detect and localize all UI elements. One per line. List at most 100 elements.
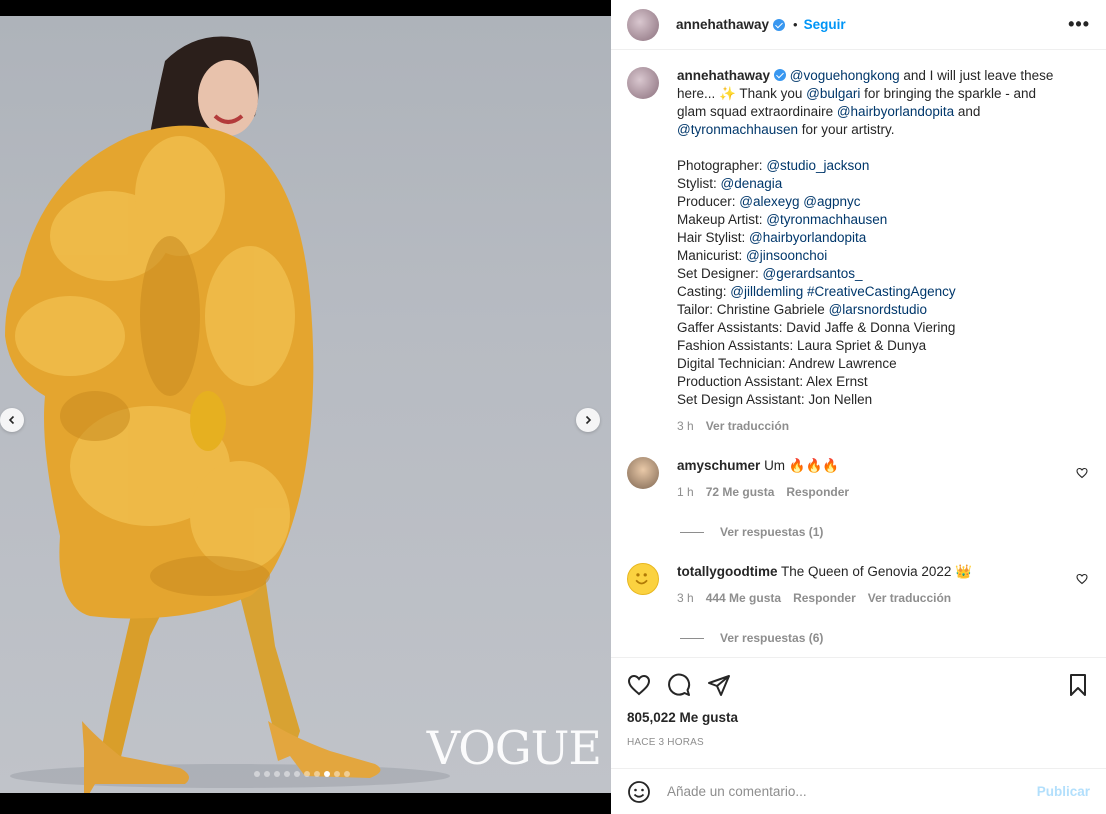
smiley-face-icon bbox=[635, 573, 648, 585]
credit-label: Makeup Artist: bbox=[677, 212, 767, 227]
caption-fragment: glam squad extraordinaire bbox=[677, 104, 837, 119]
replies-divider bbox=[680, 531, 704, 533]
verified-badge-icon bbox=[773, 18, 786, 31]
credit-label: Photographer: bbox=[677, 158, 767, 173]
more-options-icon[interactable]: ••• bbox=[1068, 14, 1090, 35]
caption-meta: 3 h Ver traducción bbox=[677, 417, 1090, 435]
avatar[interactable] bbox=[627, 8, 659, 41]
carousel-next-button[interactable] bbox=[576, 408, 600, 432]
view-replies-button[interactable]: Ver respuestas (1) bbox=[680, 525, 1090, 539]
credit-label: Stylist: bbox=[677, 176, 721, 191]
credit-line: Gaffer Assistants: David Jaffe & Donna V… bbox=[677, 319, 1090, 337]
caption-username[interactable]: annehathaway bbox=[677, 68, 770, 83]
avatar[interactable] bbox=[627, 457, 659, 489]
comment-username[interactable]: amyschumer bbox=[677, 458, 760, 473]
credit-line: Set Design Assistant: Jon Nellen bbox=[677, 391, 1090, 409]
caption-fragment: and bbox=[954, 104, 981, 119]
credit-line: Tailor: Christine Gabriele @larsnordstud… bbox=[677, 301, 1090, 319]
caption-fragment: for your artistry. bbox=[798, 122, 895, 137]
carousel-dot bbox=[314, 771, 320, 777]
credit-line: Manicurist: @jinsoonchoi bbox=[677, 247, 1090, 265]
mention-link[interactable]: @alexeyg @agpnyc bbox=[739, 194, 860, 209]
comment-icon[interactable] bbox=[667, 673, 691, 697]
mention-link[interactable]: @tyronmachhausen bbox=[677, 122, 798, 137]
share-icon[interactable] bbox=[707, 673, 731, 697]
avatar[interactable] bbox=[627, 563, 659, 595]
mention-link[interactable]: @tyronmachhausen bbox=[766, 212, 887, 227]
carousel-dot bbox=[294, 771, 300, 777]
heart-icon[interactable] bbox=[627, 673, 651, 697]
mention-link[interactable]: @bulgari bbox=[806, 86, 860, 101]
carousel-dot bbox=[324, 771, 330, 777]
media-pane: VOGUE bbox=[0, 0, 611, 814]
credit-line: Fashion Assistants: Laura Spriet & Dunya bbox=[677, 337, 1090, 355]
credit-line: Digital Technician: Andrew Lawrence bbox=[677, 355, 1090, 373]
publish-button[interactable]: Publicar bbox=[1037, 784, 1090, 799]
comment-time[interactable]: 1 h bbox=[677, 483, 694, 501]
like-comment-heart-icon[interactable] bbox=[1076, 467, 1088, 479]
like-comment-heart-icon[interactable] bbox=[1076, 573, 1088, 585]
caption-fragment: for bringing the sparkle - and bbox=[860, 86, 1036, 101]
comment-likes[interactable]: 72 Me gusta bbox=[706, 483, 775, 501]
mention-link[interactable]: @gerardsantos_ bbox=[763, 266, 863, 281]
credit-label: Manicurist: bbox=[677, 248, 747, 263]
carousel-dot bbox=[284, 771, 290, 777]
credit-label: Gaffer Assistants: David Jaffe & Donna V… bbox=[677, 320, 956, 335]
caption-fragment: here... ✨ Thank you bbox=[677, 86, 807, 101]
credit-line: Production Assistant: Alex Ernst bbox=[677, 373, 1090, 391]
view-replies-label: Ver respuestas (6) bbox=[720, 631, 824, 645]
mention-link[interactable]: @jinsoonchoi bbox=[746, 248, 827, 263]
caption-time[interactable]: 3 h bbox=[677, 417, 694, 435]
reply-button[interactable]: Responder bbox=[786, 483, 849, 501]
credit-label: Casting: bbox=[677, 284, 731, 299]
caption: annehathaway @voguehongkong and I will j… bbox=[627, 67, 1090, 435]
follow-button[interactable]: Seguir bbox=[804, 17, 846, 32]
comment-item: totallygoodtime The Queen of Genovia 202… bbox=[627, 563, 1090, 645]
credits-list: Photographer: @studio_jackson Stylist: @d… bbox=[677, 157, 1090, 409]
chevron-left-icon bbox=[8, 415, 15, 425]
comment-username[interactable]: totallygoodtime bbox=[677, 564, 778, 579]
carousel-dot bbox=[334, 771, 340, 777]
mention-link[interactable]: @hairbyorlandopita bbox=[749, 230, 866, 245]
mention-link[interactable]: @hairbyorlandopita bbox=[837, 104, 954, 119]
emoji-icon[interactable] bbox=[627, 780, 651, 804]
carousel-indicator bbox=[254, 771, 350, 777]
post-timestamp[interactable]: HACE 3 HORAS bbox=[627, 737, 1090, 748]
caption-text: annehathaway @voguehongkong and I will j… bbox=[677, 67, 1090, 139]
mention-link[interactable]: @studio_jackson bbox=[766, 158, 869, 173]
comments-list[interactable]: annehathaway @voguehongkong and I will j… bbox=[611, 51, 1106, 656]
comment-text: The Queen of Genovia 2022 👑 bbox=[781, 564, 972, 579]
mention-link[interactable]: @denagia bbox=[721, 176, 783, 191]
credit-line: Stylist: @denagia bbox=[677, 175, 1090, 193]
reply-button[interactable]: Responder bbox=[793, 589, 856, 607]
view-replies-button[interactable]: Ver respuestas (6) bbox=[680, 631, 1090, 645]
credit-label: Fashion Assistants: Laura Spriet & Dunya bbox=[677, 338, 927, 353]
likes-count[interactable]: 805,022 Me gusta bbox=[627, 710, 1090, 725]
comment-likes[interactable]: 444 Me gusta bbox=[706, 589, 781, 607]
carousel-prev-button[interactable] bbox=[0, 408, 24, 432]
comment-input[interactable] bbox=[667, 784, 1037, 799]
verified-badge-icon bbox=[774, 69, 787, 81]
credit-line: Producer: @alexeyg @agpnyc bbox=[677, 193, 1090, 211]
credit-label: Production Assistant: Alex Ernst bbox=[677, 374, 868, 389]
mention-link[interactable]: @jilldemling #CreativeCastingAgency bbox=[730, 284, 955, 299]
credit-label: Hair Stylist: bbox=[677, 230, 750, 245]
translate-link[interactable]: Ver traducción bbox=[868, 589, 951, 607]
header-separator: • bbox=[793, 17, 798, 32]
bookmark-icon[interactable] bbox=[1066, 673, 1090, 697]
credit-line: Photographer: @studio_jackson bbox=[677, 157, 1090, 175]
post-photo[interactable]: VOGUE bbox=[0, 16, 611, 793]
credit-label: Tailor: Christine Gabriele bbox=[677, 302, 829, 317]
comment-time[interactable]: 3 h bbox=[677, 589, 694, 607]
avatar[interactable] bbox=[627, 67, 659, 99]
comment-item: amyschumer Um 🔥🔥🔥 1 h 72 Me gusta Respon… bbox=[627, 457, 1090, 539]
credit-label: Producer: bbox=[677, 194, 740, 209]
post-sidebar: annehathaway • Seguir ••• annehathaway @… bbox=[611, 0, 1106, 814]
replies-divider bbox=[680, 637, 704, 639]
mention-link[interactable]: @voguehongkong bbox=[790, 68, 900, 83]
mention-link[interactable]: @larsnordstudio bbox=[829, 302, 928, 317]
credit-line: Set Designer: @gerardsantos_ bbox=[677, 265, 1090, 283]
translate-link[interactable]: Ver traducción bbox=[706, 417, 789, 435]
author-username[interactable]: annehathaway bbox=[676, 17, 769, 32]
carousel-dot bbox=[304, 771, 310, 777]
